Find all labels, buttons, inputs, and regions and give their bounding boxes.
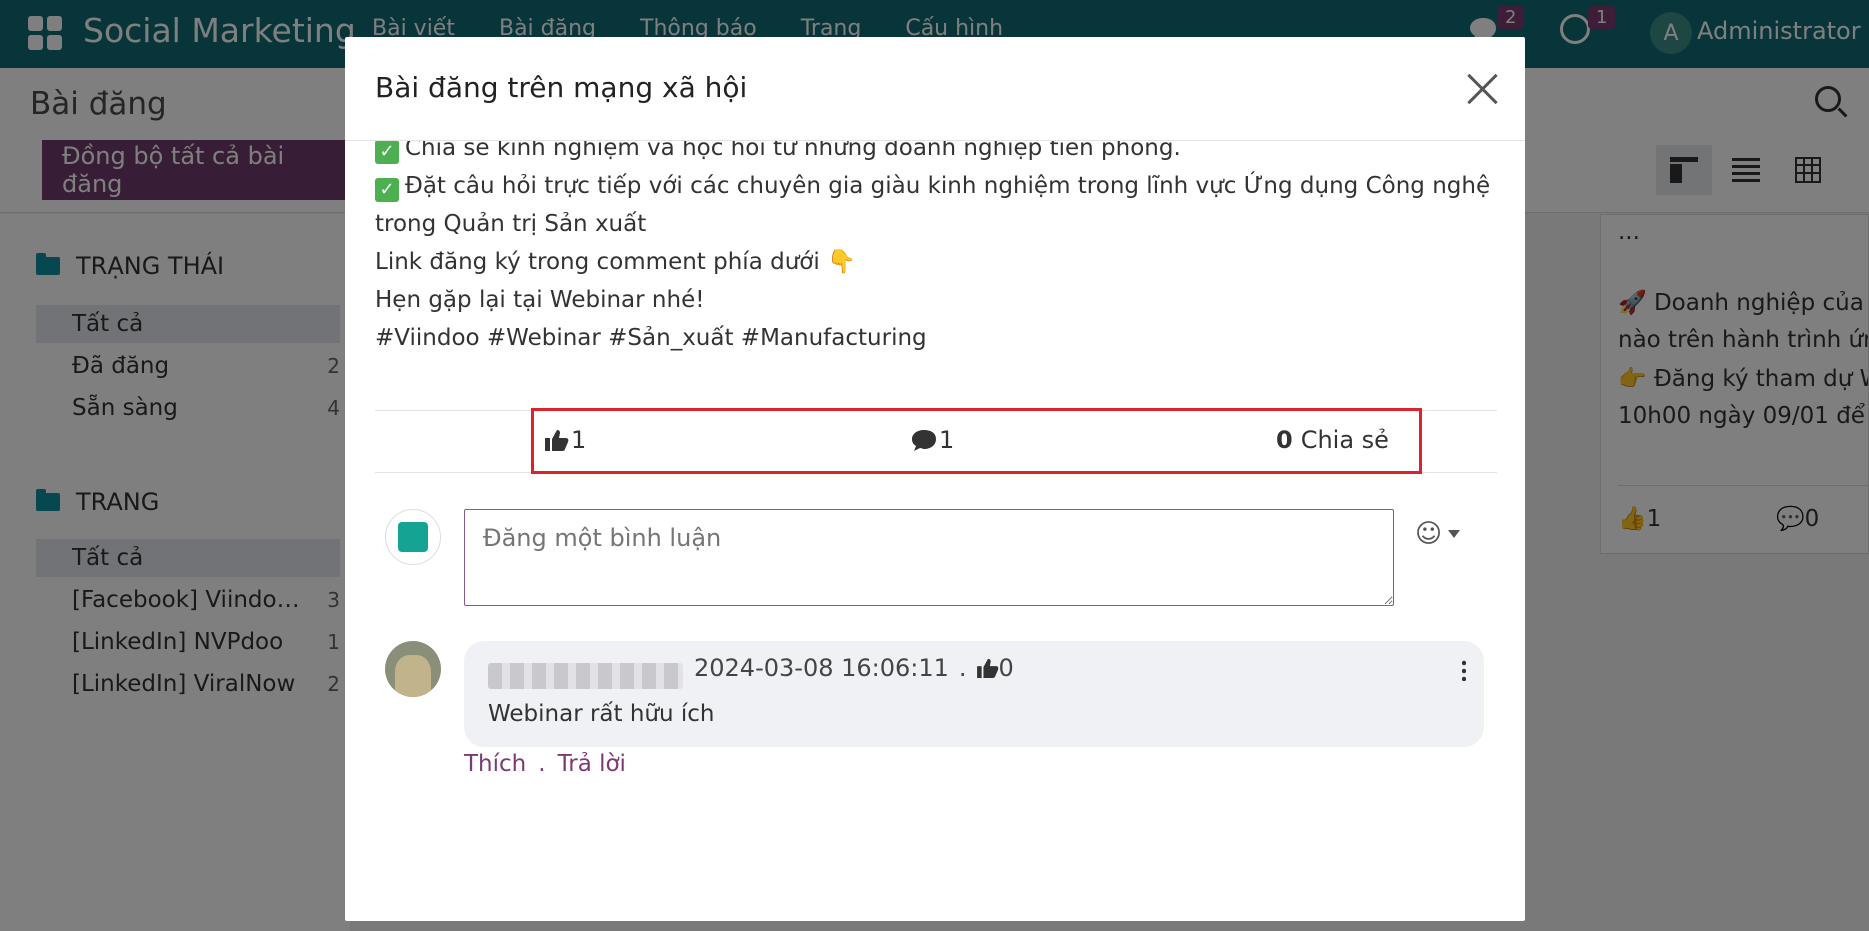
shares-stat[interactable]: 0 Chia sẻ xyxy=(1276,426,1389,454)
separator: . xyxy=(958,654,967,682)
comment-actions: Thích . Trả lời xyxy=(464,751,626,777)
commenter-avatar xyxy=(385,641,441,697)
check-mark-icon: ✓ xyxy=(375,178,399,202)
post-line: ✓ Đặt câu hỏi trực tiếp với các chuyên gi… xyxy=(375,167,1490,205)
thumbs-up-icon xyxy=(545,430,569,451)
check-mark-icon: ✓ xyxy=(375,141,399,164)
reply-comment-link[interactable]: Trả lời xyxy=(558,751,626,777)
emoji-picker-button[interactable]: ☺ xyxy=(1415,519,1461,549)
close-icon[interactable] xyxy=(1467,73,1499,105)
comment-input[interactable] xyxy=(464,509,1394,606)
thumbs-up-icon xyxy=(976,658,998,678)
comment-meta: 2024-03-08 16:06:11 . 0 xyxy=(694,654,1014,682)
caret-down-icon xyxy=(1448,530,1461,538)
page-logo-avatar xyxy=(385,509,441,565)
comment-text: Webinar rất hữu ích xyxy=(488,701,715,727)
post-line: Hẹn gặp lại tại Webinar nhé! xyxy=(375,287,705,313)
more-options-icon[interactable] xyxy=(1462,659,1466,681)
likes-count: 1 xyxy=(571,426,587,454)
post-line: Link đăng ký trong comment phía dưới 👇 xyxy=(375,249,856,275)
comments-stat[interactable]: 1 xyxy=(911,426,954,454)
post-hashtags: #Viindoo #Webinar #Sản_xuất #Manufacturi… xyxy=(375,325,927,351)
comment-icon xyxy=(912,430,936,451)
post-line: ✓ Chia sẻ kinh nghiệm và học hỏi từ những… xyxy=(375,141,1181,167)
social-post-dialog: Bài đăng trên mạng xã hội ✓ Chia sẻ kinh … xyxy=(345,37,1525,921)
comment-timestamp: 2024-03-08 16:06:11 xyxy=(694,654,949,682)
shares-label: Chia sẻ xyxy=(1300,426,1389,454)
comment-likes[interactable]: 0 xyxy=(976,654,1014,682)
dialog-header: Bài đăng trên mạng xã hội xyxy=(345,37,1525,141)
comment-bubble: 2024-03-08 16:06:11 . 0 Webinar rất hữu … xyxy=(464,641,1484,747)
commenter-name-blurred xyxy=(488,663,683,689)
post-stats-bar: 1 1 0 Chia sẻ xyxy=(375,408,1497,474)
comments-count: 1 xyxy=(939,426,955,454)
like-comment-link[interactable]: Thích xyxy=(464,751,526,777)
shares-count: 0 xyxy=(1276,426,1293,454)
comment-likes-count: 0 xyxy=(998,654,1014,682)
likes-stat[interactable]: 1 xyxy=(545,426,586,454)
smile-icon: ☺ xyxy=(1415,519,1443,549)
post-content: ✓ Chia sẻ kinh nghiệm và học hỏi từ những… xyxy=(375,141,1505,381)
dialog-title: Bài đăng trên mạng xã hội xyxy=(375,71,748,104)
post-line: trong Quản trị Sản xuất xyxy=(375,211,647,237)
separator: . xyxy=(538,751,546,777)
